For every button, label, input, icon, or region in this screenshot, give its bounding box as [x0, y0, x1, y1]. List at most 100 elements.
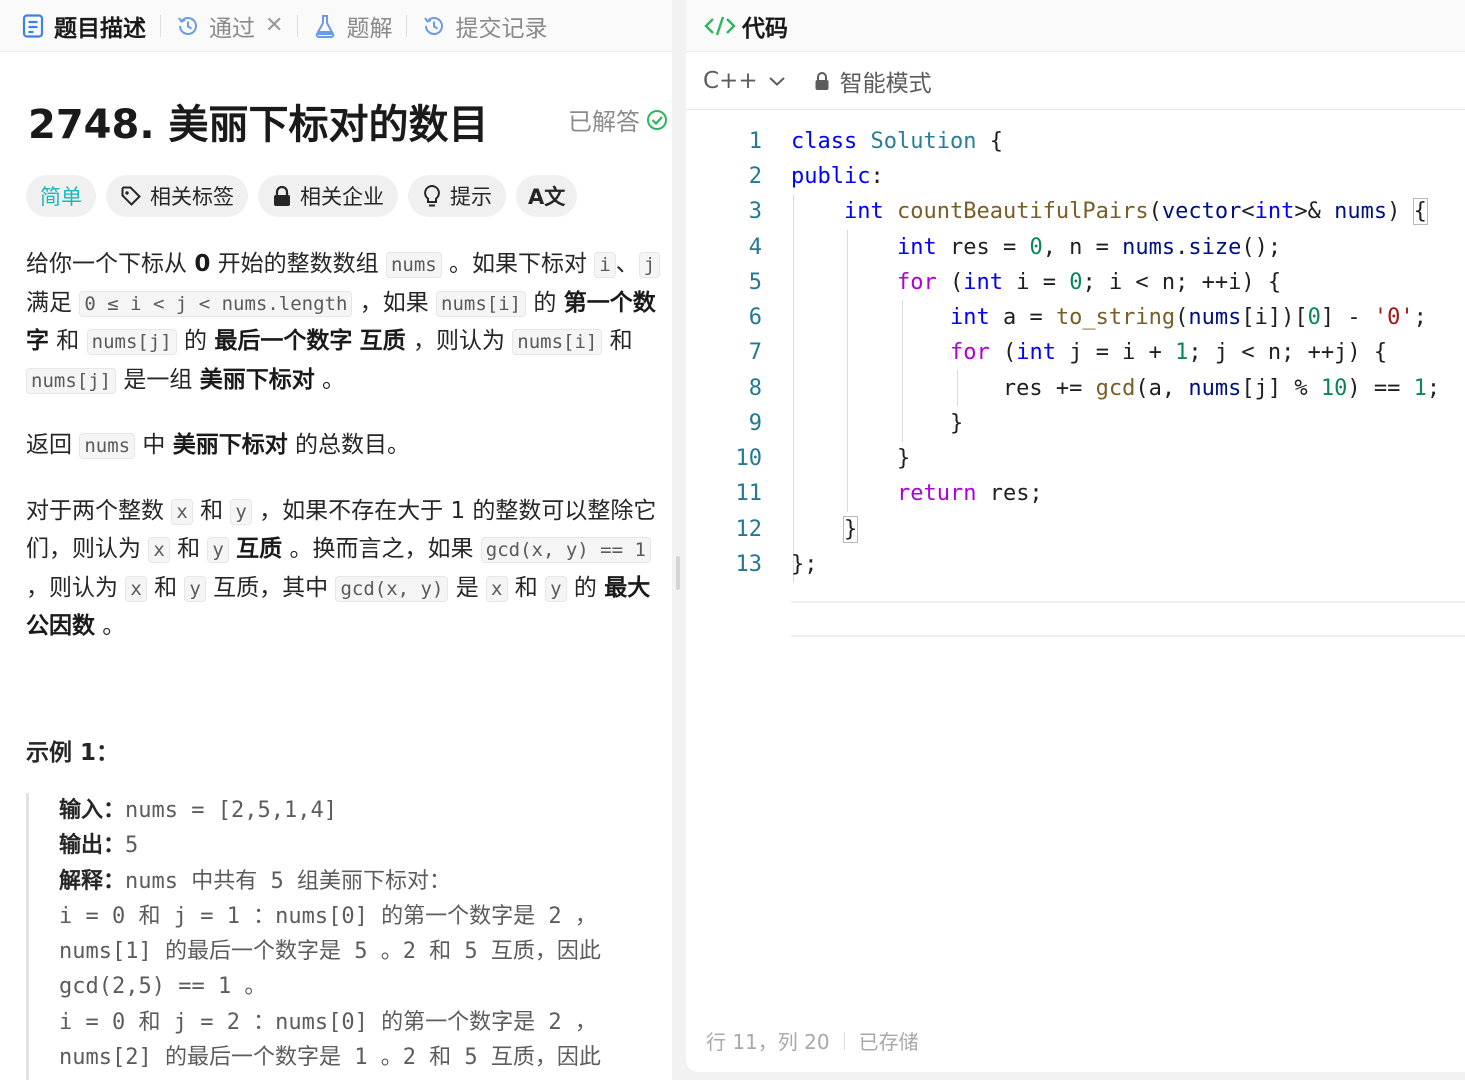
related-tags-button[interactable]: 相关标签 — [106, 175, 248, 217]
inline-code: gcd(x, y) == 1 — [480, 537, 651, 563]
code-line: for (int j = i + 1; j < n; ++j) { — [949, 340, 1388, 365]
inline-code: x — [125, 575, 147, 602]
close-icon[interactable]: ✕ — [265, 13, 283, 38]
problem-title[interactable]: 2748. 美丽下标对的数目 — [28, 92, 488, 150]
translate-button[interactable]: A文 — [516, 175, 578, 217]
language-select[interactable]: C++ — [703, 68, 786, 94]
tab-solutions[interactable]: 题解 — [312, 0, 392, 52]
code-line: int res = 0, n = nums.size(); — [896, 235, 1282, 260]
desc-text: 。如果下标对 — [441, 251, 595, 277]
desc-bold: 0 — [194, 251, 211, 277]
hint-label: 提示 — [450, 185, 492, 209]
tab-accepted-label: 通过 — [209, 15, 255, 42]
desc-text: 互质，其中 — [205, 574, 336, 601]
desc-text: 和 — [169, 536, 208, 562]
code-line: return res; — [896, 481, 1043, 506]
example-block: 输入：nums = [2,5,1,4] 输出：5 解释：nums 中共有 5 组… — [26, 793, 672, 1080]
tab-accepted[interactable]: 通过 ✕ — [175, 0, 283, 52]
tab-divider — [406, 14, 408, 37]
cursor-position: 行 11，列 20 — [706, 1030, 830, 1054]
line-number: 4 — [748, 235, 762, 260]
current-line-highlight — [791, 601, 1465, 637]
line-number: 10 — [735, 446, 763, 471]
code-brackets-icon — [704, 14, 736, 38]
code-line: int a = to_string(nums[i])[0] - '0'; — [949, 305, 1427, 330]
code-line: } — [791, 411, 964, 436]
desc-text: 、 — [615, 251, 639, 277]
lock-icon — [814, 71, 830, 91]
code-line: } — [791, 446, 911, 471]
description-paragraph: 返回 nums 中 美丽下标对 的总数目。 — [26, 427, 662, 466]
desc-text: 的 — [176, 328, 215, 354]
translate-icon: A文 — [528, 185, 566, 209]
desc-text: 和 — [602, 328, 633, 354]
inline-code: 0 ≤ i < j < nums.length — [79, 290, 353, 317]
inline-code: x — [486, 575, 508, 602]
flask-icon — [312, 13, 338, 39]
desc-text — [352, 328, 359, 354]
desc-text: 和 — [146, 574, 185, 601]
history-icon — [421, 13, 447, 39]
desc-text: ，则认为 — [405, 328, 513, 354]
example-explanation-label: 解释： — [59, 868, 126, 894]
inline-code: y — [184, 575, 206, 602]
hint-button[interactable]: 提示 — [408, 175, 506, 217]
code-line: class Solution { — [791, 129, 1003, 154]
tab-description[interactable]: 题目描述 — [20, 0, 146, 52]
tab-description-label: 题目描述 — [54, 15, 146, 42]
inline-code: nums[i] — [512, 329, 603, 355]
inline-code: y — [207, 537, 229, 563]
desc-text: 的总数目。 — [287, 432, 411, 458]
desc-text: 中 — [135, 432, 173, 458]
inline-code: nums[i] — [436, 290, 527, 317]
desc-bold: 互质 — [236, 536, 283, 562]
example-explanation: 解释：nums 中共有 5 组美丽下标对： — [59, 864, 672, 899]
desc-text: 。换而言之，如果 — [282, 536, 481, 562]
desc-bold: 互质 — [359, 328, 406, 354]
panel-splitter[interactable] — [672, 0, 686, 1080]
desc-bold: 美丽下标对 — [199, 366, 315, 393]
desc-text: 是一组 — [116, 366, 200, 393]
save-status: 已存储 — [858, 1030, 919, 1054]
related-companies-button[interactable]: 相关企业 — [258, 175, 398, 217]
code-line: }; — [791, 552, 818, 577]
desc-text: ，如果 — [352, 289, 437, 316]
inline-code: y — [230, 498, 252, 525]
desc-text: 返回 — [26, 432, 80, 458]
code-header-title: 代码 — [742, 15, 788, 42]
code-line: res += gcd(a, nums[j] % 10) == 1; — [791, 376, 1441, 401]
splitter-drag-handle[interactable] — [676, 556, 680, 590]
inline-code: nums — [385, 252, 442, 278]
code-panel: 代码 C++ 智能模式 1 2 3 4 5 6 7 8 9 10 11 12 1… — [686, 0, 1465, 1072]
line-number: 9 — [748, 411, 762, 436]
editor-toolbar: C++ 智能模式 — [686, 52, 1465, 110]
difficulty-badge: 简单 — [26, 175, 96, 217]
example-input-value: nums = [2,5,1,4] — [125, 798, 337, 823]
tab-submissions[interactable]: 提交记录 — [421, 0, 547, 52]
line-number: 6 — [748, 305, 762, 330]
example-title: 示例 1： — [26, 740, 120, 766]
inline-code: nums[j] — [86, 329, 177, 355]
smart-mode-label: 智能模式 — [839, 70, 932, 97]
tab-divider — [160, 14, 161, 37]
line-number: 5 — [748, 270, 762, 295]
example-line: i = 0 和 j = 1 ：nums[0] 的第一个数字是 2 ， — [59, 903, 597, 929]
code-editor[interactable]: 1 2 3 4 5 6 7 8 9 10 11 12 13 class Solu… — [686, 123, 1465, 637]
smart-mode-toggle[interactable]: 智能模式 — [814, 64, 932, 98]
editor-status-bar: 行 11，列 20 已存储 — [706, 1026, 919, 1055]
line-number: 8 — [748, 376, 762, 401]
check-circle-icon — [646, 109, 668, 131]
line-number: 7 — [748, 340, 762, 365]
tab-submissions-label: 提交记录 — [455, 15, 548, 42]
solved-status: 已解答 — [568, 102, 668, 137]
desc-text: 给你一个下标从 — [26, 251, 195, 277]
related-tags-label: 相关标签 — [150, 185, 234, 209]
inline-code: j — [638, 252, 661, 278]
desc-text: 。 — [314, 366, 346, 393]
example-line: gcd(2,5) == 1 。 — [59, 974, 267, 1000]
line-number: 3 — [748, 199, 762, 224]
inline-code: i — [594, 252, 616, 278]
example-line: nums[1] 的最后一个数字是 5 。2 和 5 互质，因此 — [59, 939, 601, 965]
line-number: 13 — [735, 552, 763, 577]
related-companies-label: 相关企业 — [300, 185, 384, 209]
